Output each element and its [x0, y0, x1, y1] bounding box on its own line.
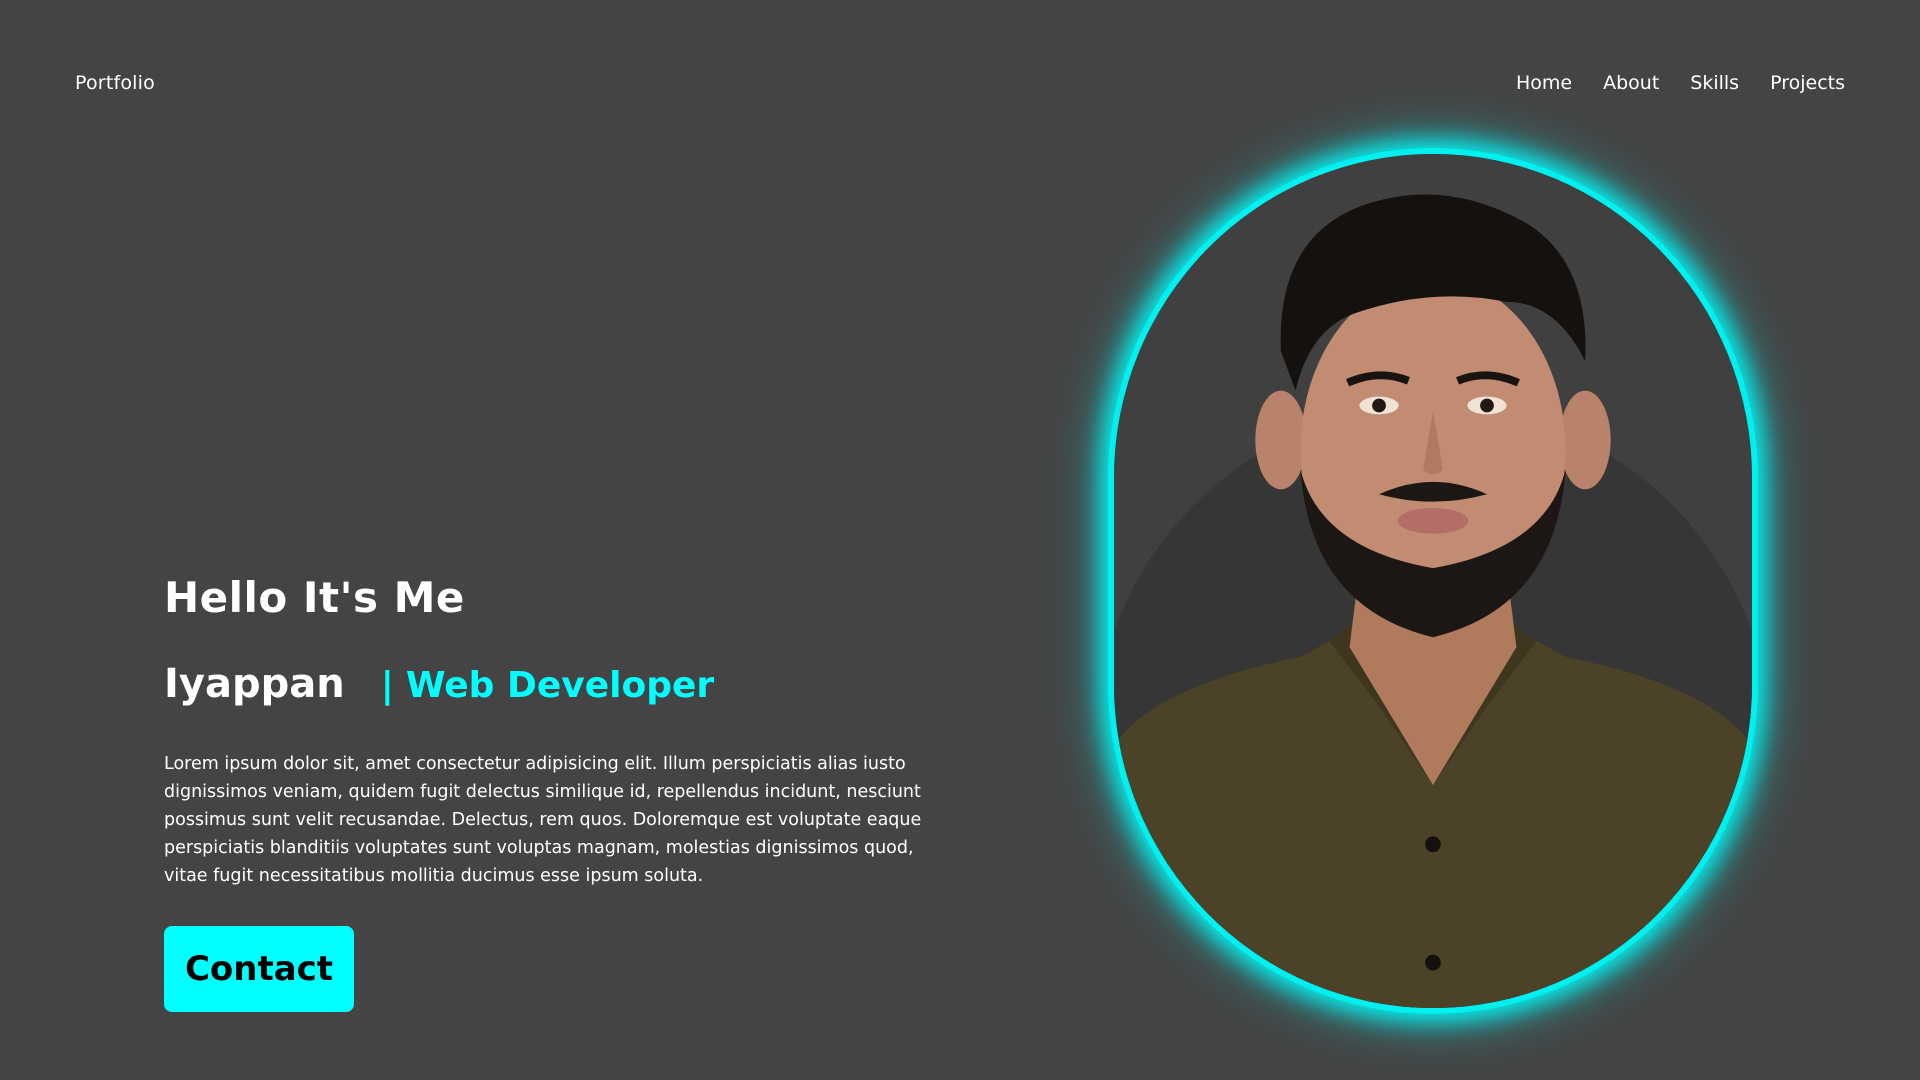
hero-section: Hello It's Me Iyappan | Web Developer Lor…: [164, 570, 944, 908]
nav-home-link[interactable]: Home: [1516, 72, 1572, 94]
role-text: Web Developer: [405, 665, 715, 706]
role-divider: |: [380, 665, 394, 706]
portfolio-page: Portfolio Home About Skills Projects Hel…: [0, 0, 1920, 1080]
nav-skills-link[interactable]: Skills: [1690, 72, 1739, 94]
profile-photo-illustration: [1114, 154, 1752, 1008]
logo-link[interactable]: Portfolio: [75, 72, 155, 94]
greeting-heading: Hello It's Me: [164, 573, 465, 622]
contact-button[interactable]: Contact: [164, 926, 354, 1012]
profile-photo: [1108, 148, 1758, 1014]
main-nav: Home About Skills Projects: [1516, 72, 1845, 94]
role-title: | Web Developer: [381, 658, 715, 714]
name-row: Iyappan | Web Developer: [164, 656, 944, 714]
hero-description: Lorem ipsum dolor sit, amet consectetur …: [164, 754, 922, 886]
name-heading: Iyappan: [164, 661, 345, 707]
nav-projects-link[interactable]: Projects: [1770, 72, 1845, 94]
nav-about-link[interactable]: About: [1603, 72, 1659, 94]
